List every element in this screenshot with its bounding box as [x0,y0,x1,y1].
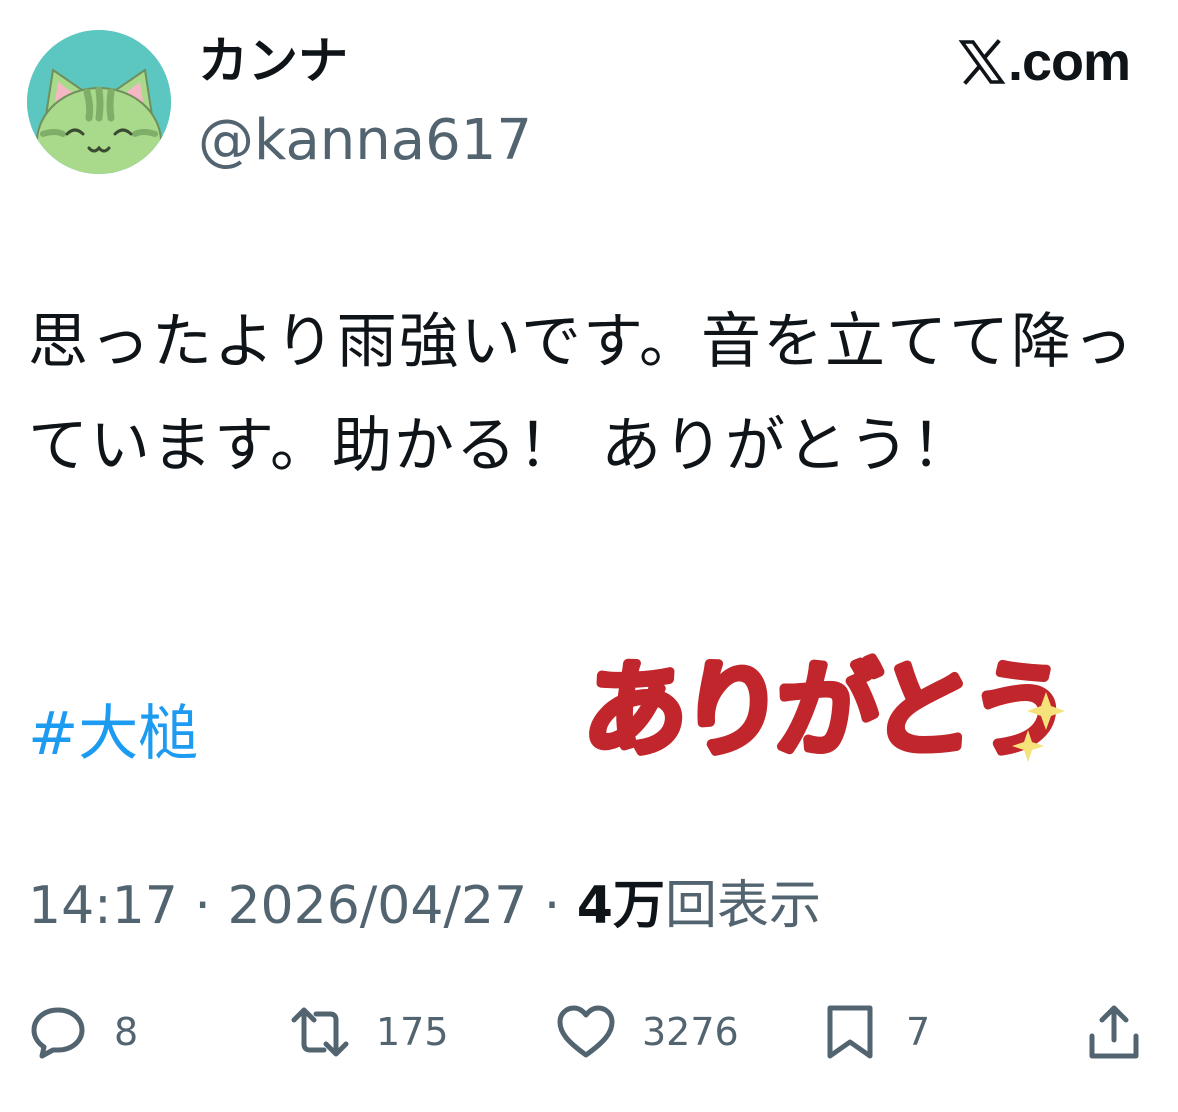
bookmark-button[interactable]: 7 [820,1000,930,1064]
author-handle[interactable]: @kanna617 [198,106,532,176]
tweet-date[interactable]: 2026/04/27 [227,876,527,936]
author-avatar[interactable] [27,30,171,174]
repost-button[interactable]: 175 [290,1000,449,1064]
svg-text:ありがとう: ありがとう [584,649,1068,771]
like-count: 3276 [642,1010,739,1054]
views-count: 4万 [576,876,665,936]
repost-count: 175 [376,1010,449,1054]
reply-count: 8 [114,1010,139,1054]
tweet-text: 思ったより雨強いです。音を立てて降っています。助かる！ ありがとう！ [28,307,1135,481]
meta-separator: · [543,876,561,936]
bookmark-icon [827,1005,873,1059]
views-label: 回表示 [664,876,821,936]
reply-icon [31,1007,85,1059]
bookmark-count: 7 [906,1010,931,1054]
tweet-time[interactable]: 14:17 [28,876,178,936]
meta-separator: · [194,876,211,936]
like-button[interactable]: 3276 [556,1000,739,1064]
arigatou-sticker: ありがとう [584,624,1074,784]
author-display-name[interactable]: カンナ [198,28,348,94]
site-mark: .com [958,32,1131,92]
reply-button[interactable]: 8 [28,1000,138,1064]
site-domain-text: .com [1007,32,1131,92]
cat-face-icon [27,30,171,174]
x-logo-icon [958,39,1006,85]
share-icon [1089,1005,1139,1059]
share-button[interactable] [1084,1000,1144,1064]
tweet-meta: 14:17 · 2026/04/27 · 4万回表示 [28,868,821,944]
heart-icon [557,1005,615,1058]
hashtag-link[interactable]: #大槌 [28,696,198,772]
repost-icon [291,1007,349,1057]
